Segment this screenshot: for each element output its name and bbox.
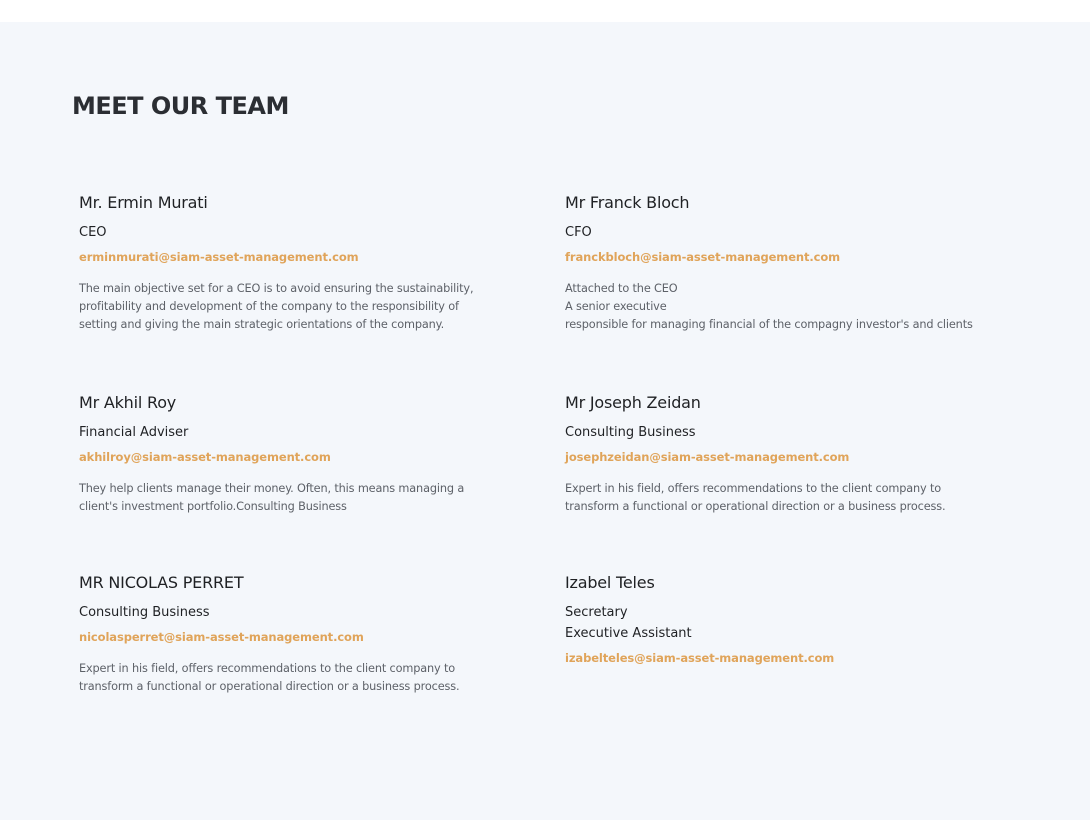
member-description: Expert in his field, offers recommendati… [79, 662, 460, 693]
member-email-link[interactable]: franckbloch@siam-asset-management.com [565, 250, 1065, 265]
team-member-card: Mr. Ermin Murati CEO erminmurati@siam-as… [79, 193, 549, 334]
member-role: CFO [565, 225, 592, 240]
team-member-card: Izabel Teles Secretary Executive Assista… [565, 573, 1035, 666]
member-email-link[interactable]: josephzeidan@siam-asset-management.com [565, 450, 1035, 465]
team-member-card: Mr Franck Bloch CFO franckbloch@siam-ass… [565, 193, 1065, 334]
member-role: Consulting Business [565, 425, 696, 440]
member-description: The main objective set for a CEO is to a… [79, 282, 474, 331]
member-role-secondary: Executive Assistant [565, 626, 692, 641]
team-member-card: Mr Joseph Zeidan Consulting Business jos… [565, 393, 1035, 516]
member-role: Secretary [565, 605, 628, 620]
page-top-strip [0, 0, 1090, 22]
member-email-link[interactable]: erminmurati@siam-asset-management.com [79, 250, 549, 265]
member-role: Consulting Business [79, 605, 210, 620]
member-description: Expert in his field, offers recommendati… [565, 482, 946, 513]
section-heading: MEET OUR TEAM [72, 92, 289, 120]
member-description: They help clients manage their money. Of… [79, 482, 465, 513]
team-member-card: Mr Akhil Roy Financial Adviser akhilroy@… [79, 393, 549, 516]
member-email-link[interactable]: nicolasperret@siam-asset-management.com [79, 630, 549, 645]
member-role: CEO [79, 225, 107, 240]
member-email-link[interactable]: akhilroy@siam-asset-management.com [79, 450, 549, 465]
member-name: Izabel Teles [565, 573, 655, 592]
member-description: Attached to the CEO A senior executive r… [565, 282, 973, 331]
member-name: Mr Akhil Roy [79, 393, 177, 412]
member-name: Mr Franck Bloch [565, 193, 690, 212]
member-name: MR NICOLAS PERRET [79, 573, 244, 592]
member-email-link[interactable]: izabelteles@siam-asset-management.com [565, 651, 1035, 666]
member-name: Mr. Ermin Murati [79, 193, 208, 212]
member-name: Mr Joseph Zeidan [565, 393, 701, 412]
team-member-card: MR NICOLAS PERRET Consulting Business ni… [79, 573, 549, 696]
member-role: Financial Adviser [79, 425, 189, 440]
